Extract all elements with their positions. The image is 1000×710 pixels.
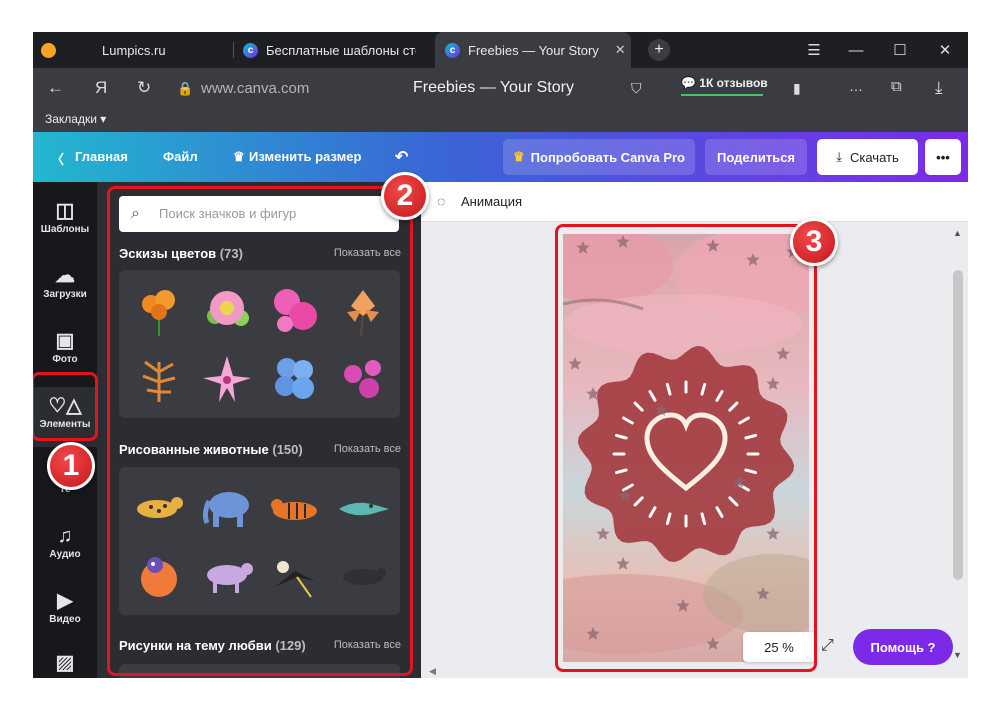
download-arrow-icon[interactable]: ⤓ [935,78,943,98]
editor-toolbar: ◌ Анимация [421,182,968,222]
lock-icon[interactable]: 🔒 [177,81,193,97]
nav-label: Аудио [49,549,81,560]
canva-header: 〈 Главная Файл ♛ Изменить размер ↶ ♛ Поп… [33,132,968,182]
resize-button[interactable]: Изменить размер [249,149,361,164]
scroll-down-icon[interactable]: ▼ [953,650,962,660]
step-badge-3: 3 [790,218,838,266]
canva-favicon-icon: c [445,42,460,58]
try-pro-button[interactable]: ♛ Попробовать Canva Pro [503,139,695,175]
share-button[interactable]: Поделиться [705,139,807,175]
crown-icon: ♛ [233,149,245,164]
fullscreen-icon[interactable]: ⤢ [821,637,834,655]
photos-icon: ▣ [55,330,75,352]
crown-icon: ♛ [513,149,525,164]
nav-audio[interactable]: ♫ Аудио [33,517,97,577]
undo-icon[interactable]: ↶ [395,147,408,167]
animation-button[interactable]: Анимация [461,194,522,209]
nav-background[interactable]: ▨ [33,644,97,678]
address-bar: ← Я ↻ 🔒 www.canva.com Freebies — Your St… [33,68,968,110]
uploads-icon: ☁ [55,265,75,287]
close-tab-icon[interactable]: ✕ [615,42,626,58]
highlight-elements-nav [33,372,98,441]
reload-icon[interactable]: ↻ [137,78,151,98]
try-pro-label: Попробовать Canva Pro [530,149,685,165]
nav-label: Загрузки [43,289,87,300]
bookmarks-bar[interactable]: Закладки ▾ [33,110,968,132]
step-badge-1: 1 [47,442,95,490]
highlight-design-canvas [555,224,817,672]
highlight-elements-panel [107,186,413,676]
tab-label: Freebies — Your Story [468,42,599,58]
tab-lumpics[interactable]: Lumpics.ru [41,32,231,68]
nav-video[interactable]: ▶ Видео [33,582,97,642]
nav-templates[interactable]: ◫ Шаблоны [33,192,97,252]
nav-label: Видео [49,614,81,625]
vertical-scrollbar[interactable] [953,270,963,580]
reviews-button[interactable]: 💬 1К отзывов [681,76,768,96]
canva-favicon-icon: c [243,42,258,58]
scroll-left-icon[interactable]: ◀ [429,666,436,677]
background-pattern-icon: ▨ [55,652,75,674]
audio-icon: ♫ [57,525,73,547]
reviews-label: 1К отзывов [699,76,768,90]
download-button[interactable]: ⤓ Скачать [817,139,918,175]
browser-tab-strip: Lumpics.ru c Бесплатные шаблоны сто c Fr… [33,32,968,68]
download-icon: ⤓ [836,149,842,164]
templates-icon: ◫ [55,200,75,222]
tab-canva-templates[interactable]: c Бесплатные шаблоны сто [243,32,433,68]
new-tab-button[interactable]: + [648,39,670,61]
url-field[interactable]: www.canva.com [201,80,309,97]
maximize-icon[interactable]: ☐ [877,32,923,68]
help-button[interactable]: Помощь ? [853,629,953,665]
home-link[interactable]: Главная [75,149,128,164]
tab-freebies-active[interactable]: c Freebies — Your Story ✕ [435,32,631,68]
protect-icon[interactable]: ⛉ [631,80,642,97]
animation-icon[interactable]: ◌ [437,193,445,209]
close-window-icon[interactable]: ✕ [922,32,968,68]
tab-label: Lumpics.ru [102,42,166,58]
download-label: Скачать [850,149,899,165]
nav-label: Шаблоны [40,224,90,235]
more-options-button[interactable]: ••• [925,139,961,175]
extensions-icon[interactable]: ⧉ [891,78,902,95]
bookmark-icon[interactable]: ▮ [793,80,801,97]
yandex-icon[interactable]: Я [95,78,107,98]
chevron-left-icon[interactable]: 〈 [51,149,64,168]
video-icon: ▶ [57,590,73,612]
file-menu[interactable]: Файл [163,149,198,164]
nav-label: Фото [52,354,78,365]
scroll-up-icon[interactable]: ▲ [953,228,962,238]
step-badge-2: 2 [381,172,429,220]
menu-icon[interactable]: ☰ [791,32,837,68]
tab-label: Бесплатные шаблоны сто [266,42,416,58]
more-icon[interactable]: … [849,78,863,94]
screenshot: Lumpics.ru c Бесплатные шаблоны сто c Fr… [33,32,968,678]
back-arrow-icon[interactable]: ← [47,78,64,98]
lumpics-favicon-icon [41,42,56,58]
comment-icon: 💬 [681,76,696,90]
nav-uploads[interactable]: ☁ Загрузки [33,257,97,317]
page-title: Freebies — Your Story [413,79,574,96]
reviews-bar [681,94,763,96]
minimize-icon[interactable]: — [833,32,879,68]
